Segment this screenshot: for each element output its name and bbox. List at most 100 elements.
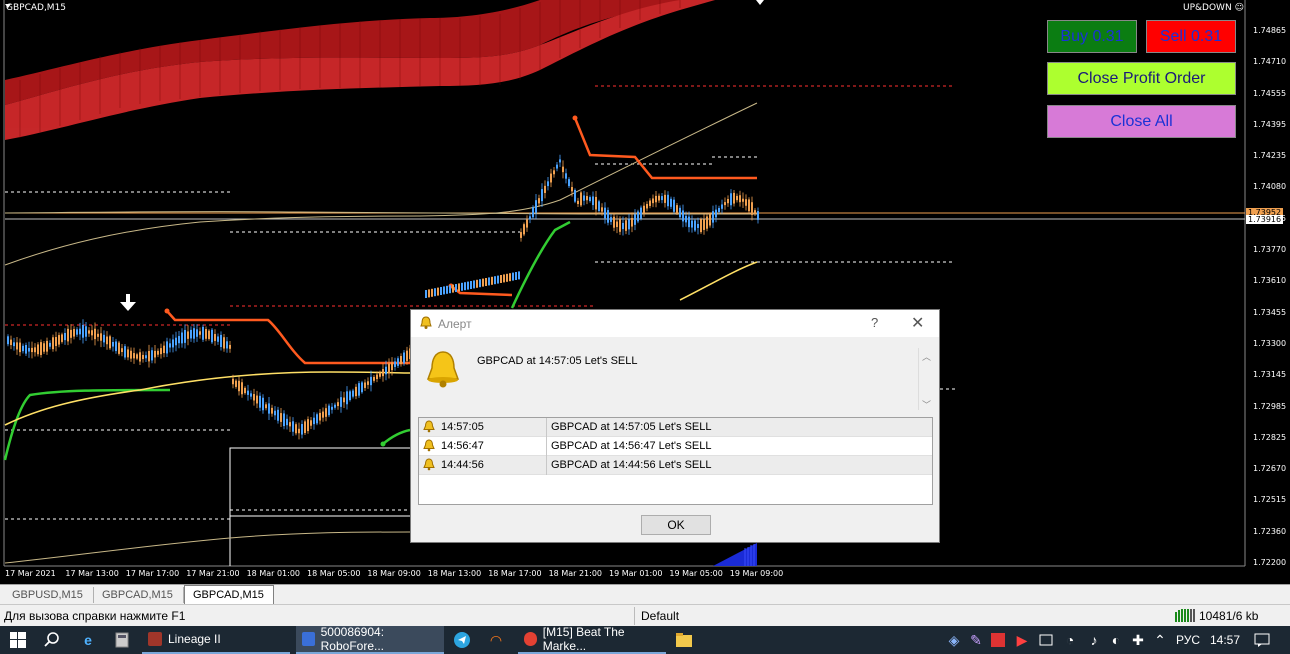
wifi-icon[interactable]: ◔ [1060,630,1080,650]
list-item[interactable]: 14:57:05 GBPCAD at 14:57:05 Let's SELL [419,418,932,437]
candle-body [67,328,69,342]
file-explorer-icon[interactable] [674,630,694,650]
candle-body [202,326,204,340]
scroll-up-icon[interactable]: ︿ [922,350,931,363]
metatrader-icon [302,632,315,646]
candle-body [391,362,393,371]
tray-chevron-icon[interactable]: ⌃ [1150,630,1170,650]
price-axis-label: 1.73455 [1253,307,1287,317]
price-axis-label: 1.73610 [1253,276,1287,286]
dialog-title: Алерт [438,317,472,331]
candle-body [607,210,609,223]
price-axis-label: 1.74235 [1253,151,1287,161]
time-axis-label: 17 Mar 21:00 [186,569,240,578]
calculator-icon[interactable] [112,630,132,650]
search-icon[interactable] [42,630,62,650]
clock[interactable]: 14:57 [1210,633,1240,647]
alert-dialog[interactable]: Алерт ? ✕ GBPCAD at 14:57:05 Let's SELL … [410,309,940,543]
candle-body [709,214,711,226]
candle-body [211,329,213,343]
app-orange-icon[interactable]: ◠ [486,630,506,650]
candle-body [739,195,741,203]
candle-body [169,343,171,348]
row-time: 14:57:05 [441,421,484,433]
bell-icon [423,458,435,474]
internet-explorer-icon[interactable]: e [78,630,98,650]
help-button[interactable]: ? [871,315,878,330]
candle-body [397,358,399,366]
close-button[interactable]: ✕ [911,313,924,333]
status-bar: Для вызова справки нажмите F1 Default 10… [0,604,1290,627]
candle-body [19,342,21,353]
candle-body [133,353,135,359]
telegram-icon[interactable] [452,630,472,650]
candle-body [754,210,756,214]
candle-body [485,278,487,286]
list-item[interactable]: 14:44:56 GBPCAD at 14:44:56 Let's SELL [419,456,932,475]
candle-body [190,329,192,339]
keyboard-language[interactable]: РУС [1176,633,1200,647]
status-help-text: Для вызова справки нажмите F1 [4,609,186,623]
candle-body [458,283,460,292]
ok-button[interactable]: OK [641,515,711,535]
taskbar-app-chrome[interactable]: [M15] Beat The Marke... [518,625,666,654]
row-divider [546,456,547,475]
candle-body [706,216,708,229]
candle-body [467,281,469,290]
candle-body [604,207,606,219]
candle-body [286,418,288,426]
notifications-icon[interactable] [1252,630,1272,650]
close-profit-order-button[interactable]: Close Profit Order [1047,62,1236,95]
tab-gbpcad-m15[interactable]: GBPCAD,M15 [94,587,184,603]
sell-button[interactable]: Sell 0.31 [1146,20,1236,53]
row-divider [546,437,547,456]
smiley-icon: ☺ [1234,3,1244,13]
candle-body [497,275,499,284]
tab-gbpusd-m15[interactable]: GBPUSD,M15 [4,587,94,603]
candle-body [220,334,222,347]
tray-media-icon[interactable]: ▶ [1012,630,1032,650]
buy-button[interactable]: Buy 0.31 [1047,20,1137,53]
price-axis-label: 1.74395 [1253,119,1287,129]
windows-start-icon[interactable] [8,630,28,650]
close-all-button[interactable]: Close All [1047,105,1236,138]
candle-body [292,421,294,432]
price-axis-label: 1.72200 [1253,558,1287,567]
alert-history-list[interactable]: 14:57:05 GBPCAD at 14:57:05 Let's SELL 1… [418,417,933,505]
candle-body [145,355,147,359]
list-item[interactable]: 14:56:47 GBPCAD at 14:56:47 Let's SELL [419,437,932,456]
tray-cube-icon[interactable]: ◈ [944,630,964,650]
tab-gbpcad-m15-active[interactable]: GBPCAD,M15 [184,585,274,604]
candle-body [58,335,60,345]
tray-red-icon[interactable] [988,630,1008,650]
candle-body [274,410,276,416]
candle-body [440,287,442,295]
alert-message: GBPCAD at 14:57:05 Let's SELL [477,355,638,367]
candle-body [253,394,255,401]
tray-battery-icon[interactable] [1036,630,1056,650]
candle-body [304,421,306,434]
candle-body [526,219,528,228]
candle-body [7,336,9,345]
candle-body [49,342,51,347]
candle-body [676,205,678,213]
price-axis-label: 1.74865 [1253,26,1287,35]
candle-body [721,204,723,209]
candle-body [652,198,654,204]
tray-plus-icon[interactable]: ✚ [1128,630,1148,650]
candle-body [586,196,588,201]
tray-update-icon[interactable]: ◐ [1106,630,1126,650]
dialog-titlebar[interactable]: Алерт ? ✕ [411,310,939,337]
candle-body [571,187,573,192]
tray-pen-icon[interactable]: ✎ [966,630,986,650]
message-scrollbar[interactable]: ︿ ﹀ [918,348,935,410]
candle-body [307,419,309,432]
candle-body [187,331,189,339]
candle-body [446,285,448,294]
chrome-icon [524,632,537,646]
taskbar-app-lineage[interactable]: Lineage II [142,626,290,654]
taskbar-app-roboforex[interactable]: 500086904: RoboFore... [296,625,444,654]
scroll-down-icon[interactable]: ﹀ [922,398,931,411]
volume-icon[interactable]: ♪ [1084,630,1104,650]
candle-body [13,342,15,347]
